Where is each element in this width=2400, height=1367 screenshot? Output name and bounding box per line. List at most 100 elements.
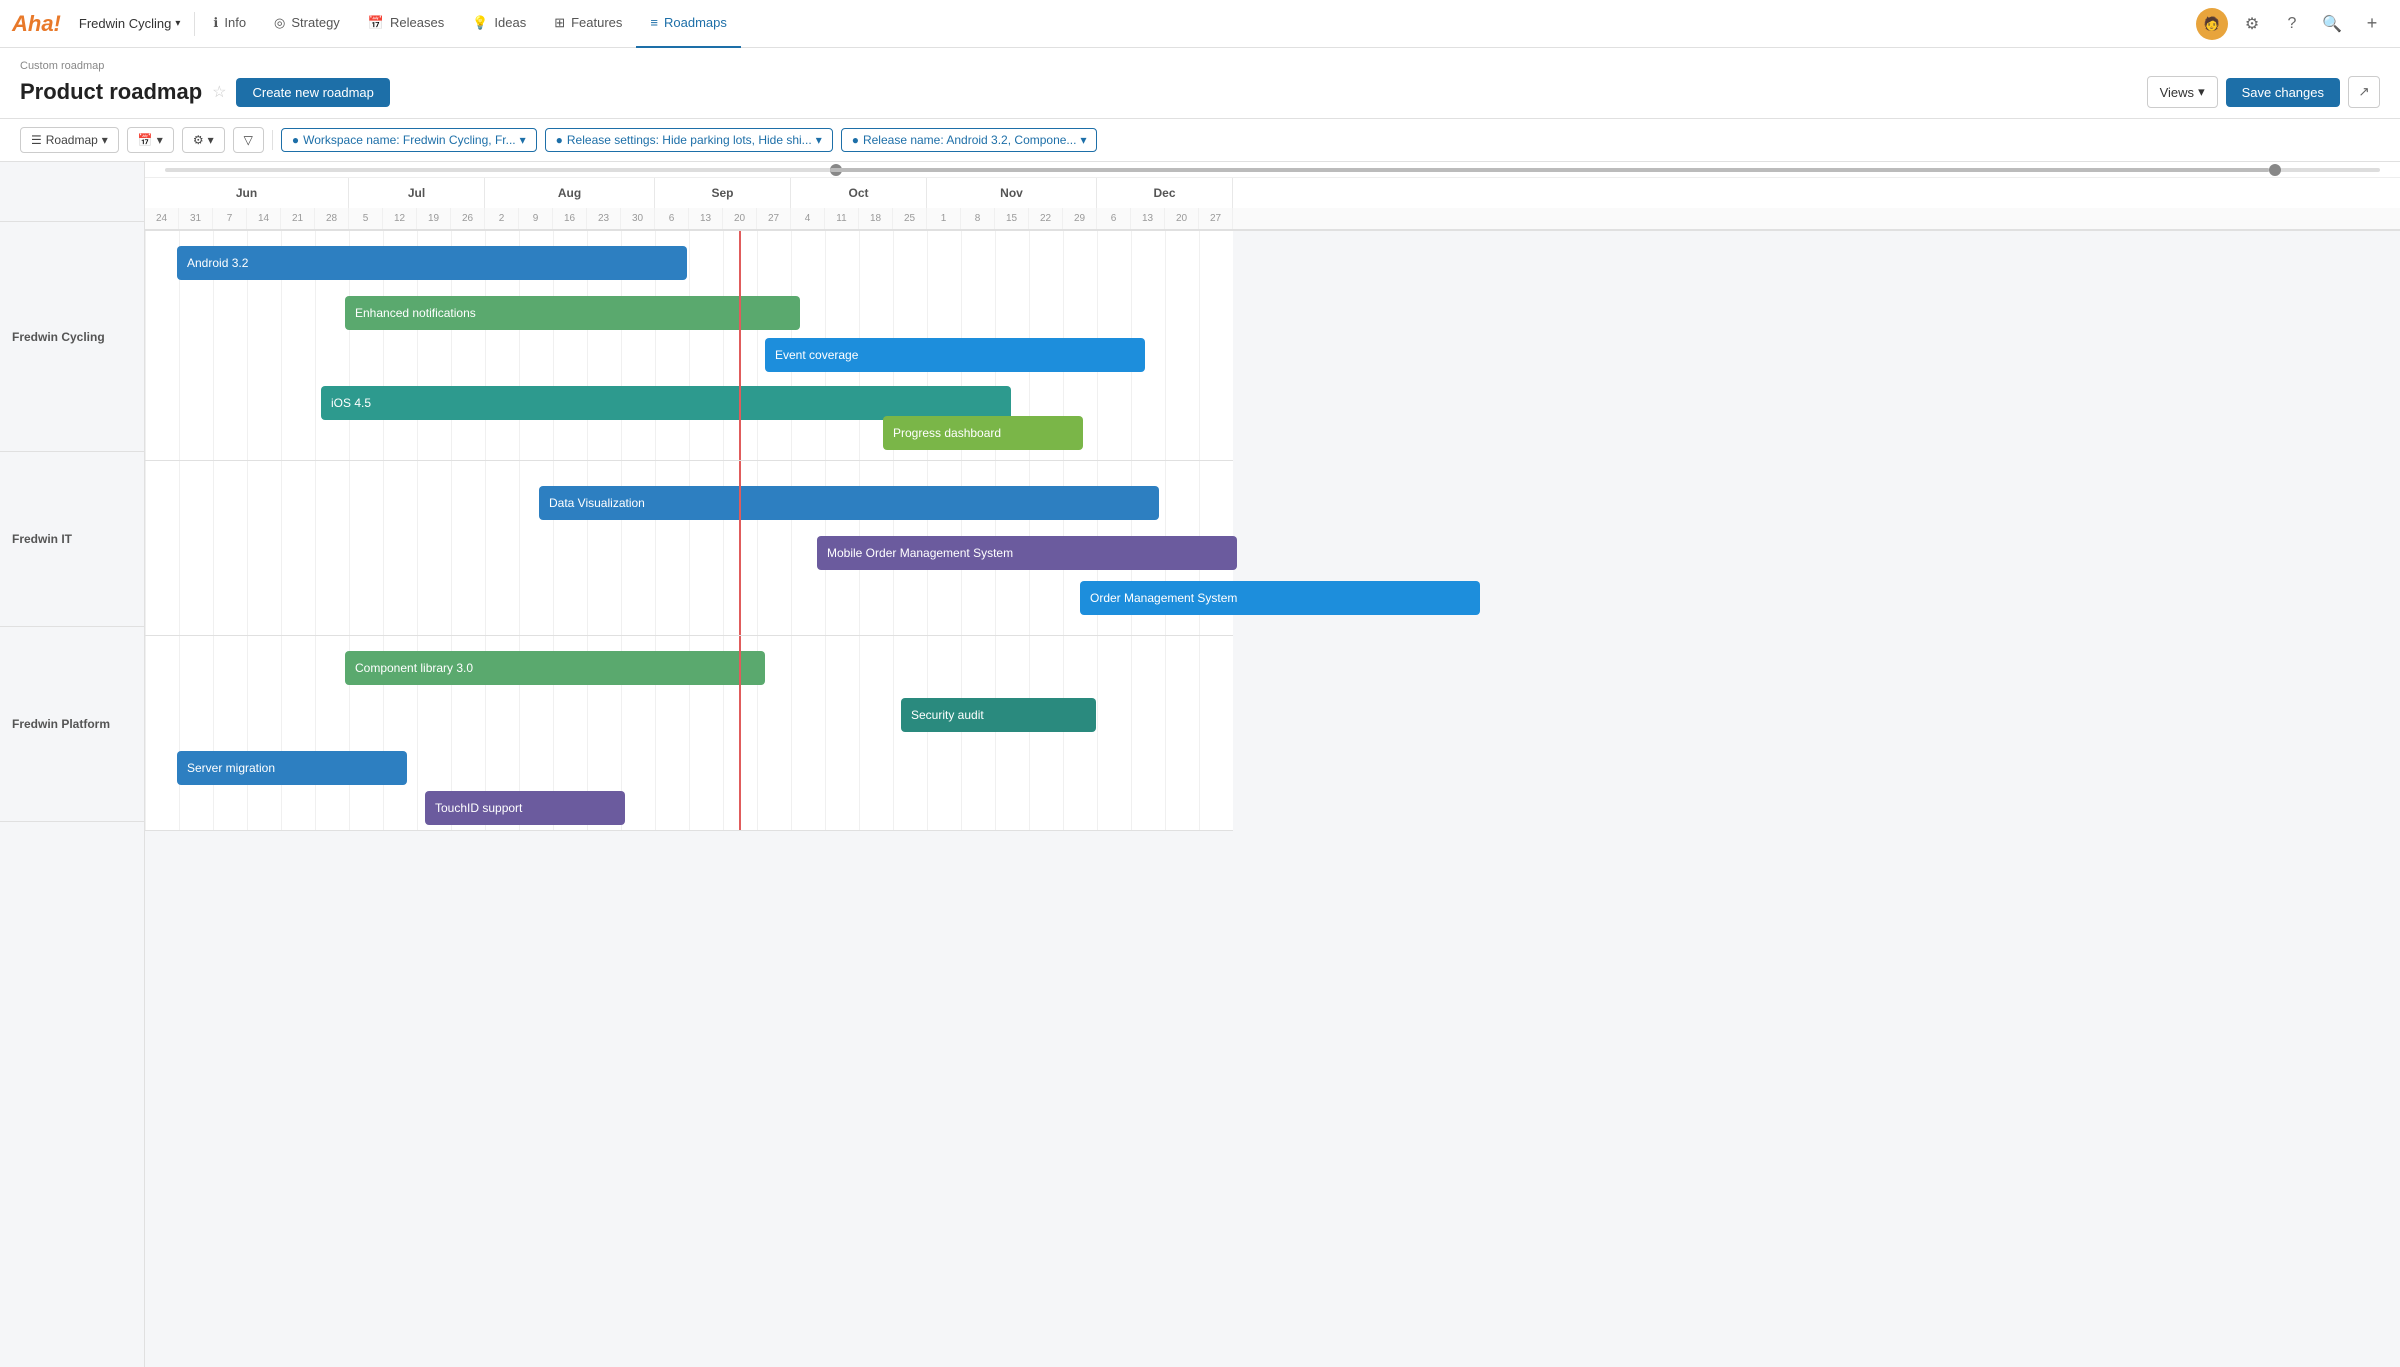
dot-icon: ● bbox=[556, 133, 563, 147]
plus-icon-btn[interactable]: + bbox=[2356, 8, 2388, 40]
nav-item-ideas[interactable]: 💡 Ideas bbox=[458, 0, 540, 48]
week-cell: 6 bbox=[1097, 208, 1131, 229]
filter-release-settings[interactable]: ● Release settings: Hide parking lots, H… bbox=[545, 128, 833, 152]
nav-item-strategy[interactable]: ◎ Strategy bbox=[260, 0, 354, 48]
filter-workspace-label: Workspace name: Fredwin Cycling, Fr... bbox=[303, 133, 516, 147]
gantt-bar-ios45[interactable]: iOS 4.5 bbox=[321, 386, 1011, 420]
gantt-bar-data-viz[interactable]: Data Visualization bbox=[539, 486, 1159, 520]
grid-line bbox=[281, 636, 282, 830]
nav-item-releases[interactable]: 📅 Releases bbox=[354, 0, 458, 48]
chevron-down-icon: ▾ bbox=[102, 133, 108, 147]
gantt-bar-progress-dash[interactable]: Progress dashboard bbox=[883, 416, 1083, 450]
week-cell: 1 bbox=[927, 208, 961, 229]
create-roadmap-button[interactable]: Create new roadmap bbox=[236, 78, 389, 107]
grid-line bbox=[349, 461, 350, 635]
help-icon-btn[interactable]: ? bbox=[2276, 8, 2308, 40]
grid-line bbox=[995, 636, 996, 830]
month-cell-oct: Oct bbox=[791, 178, 927, 208]
grid-line bbox=[519, 461, 520, 635]
nav-item-info[interactable]: ℹ Info bbox=[199, 0, 260, 48]
gantt-bar-event-coverage[interactable]: Event coverage bbox=[765, 338, 1145, 372]
nav-item-info-label: Info bbox=[224, 15, 246, 30]
nav-item-roadmaps-label: Roadmaps bbox=[664, 15, 727, 30]
nav-item-releases-label: Releases bbox=[390, 15, 444, 30]
gantt-bar-enhanced-notif[interactable]: Enhanced notifications bbox=[345, 296, 800, 330]
filter-btn[interactable]: ▽ bbox=[233, 127, 264, 153]
grid-line bbox=[1097, 636, 1098, 830]
avatar[interactable]: 🧑 bbox=[2196, 8, 2228, 40]
grid-line bbox=[893, 636, 894, 830]
filter-workspace[interactable]: ● Workspace name: Fredwin Cycling, Fr...… bbox=[281, 128, 537, 152]
grid-line bbox=[961, 636, 962, 830]
week-cell: 13 bbox=[1131, 208, 1165, 229]
grid-line bbox=[1199, 636, 1200, 830]
label-fredwin-cycling: Fredwin Cycling bbox=[0, 222, 144, 452]
grid-line bbox=[757, 231, 758, 460]
month-cell-jul: Jul bbox=[349, 178, 485, 208]
gantt-bar-touchid[interactable]: TouchID support bbox=[425, 791, 625, 825]
strategy-icon: ◎ bbox=[274, 15, 285, 31]
timeline-row-fredwin-it: Data VisualizationMobile Order Managemen… bbox=[145, 461, 1233, 636]
grid-line bbox=[383, 461, 384, 635]
breadcrumb: Custom roadmap bbox=[20, 60, 2380, 72]
page-title: Product roadmap bbox=[20, 79, 202, 105]
save-changes-button[interactable]: Save changes bbox=[2226, 78, 2340, 107]
ideas-icon: 💡 bbox=[472, 15, 488, 31]
grid-line bbox=[247, 461, 248, 635]
gantt-bar-android32[interactable]: Android 3.2 bbox=[177, 246, 687, 280]
dot-icon: ● bbox=[852, 133, 859, 147]
week-cell: 27 bbox=[757, 208, 791, 229]
grid-line bbox=[689, 231, 690, 460]
gantt-bar-order-mgmt[interactable]: Order Management System bbox=[1080, 581, 1480, 615]
week-cell: 26 bbox=[451, 208, 485, 229]
label-fredwin-it: Fredwin IT bbox=[0, 452, 144, 627]
slider-range bbox=[830, 168, 2270, 172]
roadmap-view-selector[interactable]: ☰ Roadmap ▾ bbox=[20, 127, 119, 153]
share-icon: ↗ bbox=[2358, 84, 2369, 100]
timeline-row-fredwin-cycling: Android 3.2 Enhanced notifications Event c… bbox=[145, 231, 1233, 461]
gantt-bar-security-audit[interactable]: Security audit bbox=[901, 698, 1096, 732]
today-line bbox=[739, 461, 741, 635]
gantt-bar-server-migration[interactable]: Server migration bbox=[177, 751, 407, 785]
workspace-selector[interactable]: Fredwin Cycling ▾ bbox=[69, 12, 191, 35]
gantt-bar-mobile-order[interactable]: Mobile Order Management System bbox=[817, 536, 1237, 570]
timeline-body: Android 3.2 Enhanced notifications Event c… bbox=[145, 231, 1233, 831]
week-cell: 29 bbox=[1063, 208, 1097, 229]
star-icon[interactable]: ☆ bbox=[212, 82, 226, 102]
timeline-container[interactable]: JunJulAugSepOctNovDec 243171421285121926… bbox=[145, 162, 2400, 1367]
month-cell-dec: Dec bbox=[1097, 178, 1233, 208]
nav-item-features[interactable]: ⊞ Features bbox=[540, 0, 636, 48]
title-actions: Views ▾ Save changes ↗ bbox=[2147, 76, 2380, 108]
weeks-row: 2431714212851219262916233061320274111825… bbox=[145, 208, 2400, 230]
label-fredwin-platform: Fredwin Platform bbox=[0, 627, 144, 822]
chevron-down-icon: ▾ bbox=[520, 133, 526, 147]
share-button[interactable]: ↗ bbox=[2348, 76, 2380, 108]
views-label: Views bbox=[2160, 85, 2194, 100]
chevron-down-icon: ▾ bbox=[208, 133, 214, 147]
week-cell: 27 bbox=[1199, 208, 1233, 229]
filter-release-name[interactable]: ● Release name: Android 3.2, Compone... … bbox=[841, 128, 1098, 152]
gantt-bar-comp-lib[interactable]: Component library 3.0 bbox=[345, 651, 765, 685]
grid-line bbox=[247, 636, 248, 830]
calendar-selector[interactable]: 📅 ▾ bbox=[127, 127, 174, 153]
nav-divider bbox=[194, 12, 195, 36]
week-cell: 9 bbox=[519, 208, 553, 229]
week-cell: 30 bbox=[621, 208, 655, 229]
filter-release-settings-label: Release settings: Hide parking lots, Hid… bbox=[567, 133, 812, 147]
settings-icon-btn[interactable]: ⚙ bbox=[2236, 8, 2268, 40]
nav-actions: 🧑 ⚙ ? 🔍 + bbox=[2196, 8, 2388, 40]
workspace-name: Fredwin Cycling bbox=[79, 16, 171, 31]
info-icon: ℹ bbox=[213, 15, 218, 31]
nav-item-strategy-label: Strategy bbox=[291, 15, 339, 30]
grid-line bbox=[927, 636, 928, 830]
search-icon-btn[interactable]: 🔍 bbox=[2316, 8, 2348, 40]
settings-btn[interactable]: ⚙ ▾ bbox=[182, 127, 225, 153]
grid-line bbox=[1165, 231, 1166, 460]
top-navigation: Aha! Fredwin Cycling ▾ ℹ Info ◎ Strategy… bbox=[0, 0, 2400, 48]
chevron-down-icon: ▾ bbox=[816, 133, 822, 147]
slider-right-thumb[interactable] bbox=[2269, 164, 2281, 176]
timeline-slider bbox=[145, 162, 2400, 178]
week-cell: 22 bbox=[1029, 208, 1063, 229]
views-button[interactable]: Views ▾ bbox=[2147, 76, 2218, 108]
nav-item-roadmaps[interactable]: ≡ Roadmaps bbox=[636, 0, 740, 48]
